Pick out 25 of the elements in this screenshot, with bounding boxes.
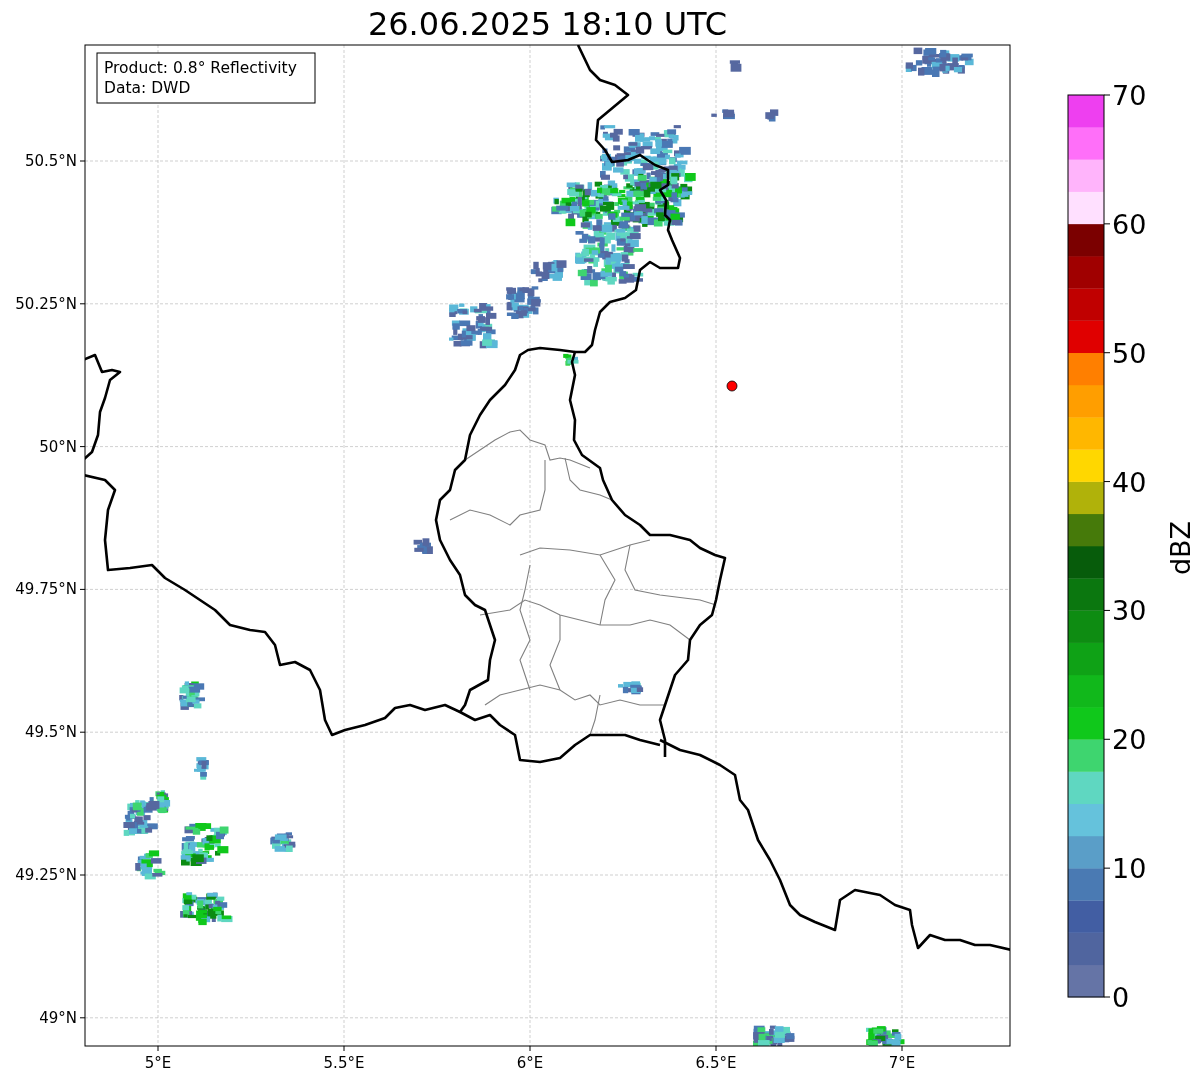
latitude-label: 50°N xyxy=(39,437,77,456)
longitude-label: 6.5°E xyxy=(695,1054,737,1072)
chart-title: 26.06.2025 18:10 UTC xyxy=(367,4,728,44)
longitude-label: 5°E xyxy=(144,1054,172,1072)
latitude-label: 49.5°N xyxy=(24,723,77,742)
colorbar-tick-label: 70 xyxy=(1112,80,1147,111)
info-text: Data: DWD xyxy=(104,79,191,97)
radar-site-marker xyxy=(726,380,738,392)
colorbar-tick-label: 30 xyxy=(1112,595,1147,627)
latitude-label: 50.5°N xyxy=(24,152,77,170)
latitude-label: 49.75°N xyxy=(15,580,77,599)
colorbar-tick-label: 60 xyxy=(1112,208,1147,240)
latitude-label: 50.25°N xyxy=(15,294,77,313)
longitude-label: 5.5°E xyxy=(323,1054,365,1072)
longitude-label: 6°E xyxy=(516,1054,544,1072)
colorbar-tick-label: 40 xyxy=(1112,466,1147,498)
colorbar-tick-label: 10 xyxy=(1112,853,1147,885)
colorbar-tick-label: 20 xyxy=(1112,724,1147,756)
latitude-label: 49°N xyxy=(39,1008,77,1027)
colorbar-tick-label: 0 xyxy=(1112,982,1130,1013)
info-text: Product: 0.8° Reflectivity xyxy=(104,59,297,77)
colorbar-tick-label: 50 xyxy=(1112,337,1147,369)
latitude-label: 49.25°N xyxy=(15,866,77,884)
colorbar-label: dBZ xyxy=(1165,520,1196,576)
longitude-label: 7°E xyxy=(888,1054,916,1072)
